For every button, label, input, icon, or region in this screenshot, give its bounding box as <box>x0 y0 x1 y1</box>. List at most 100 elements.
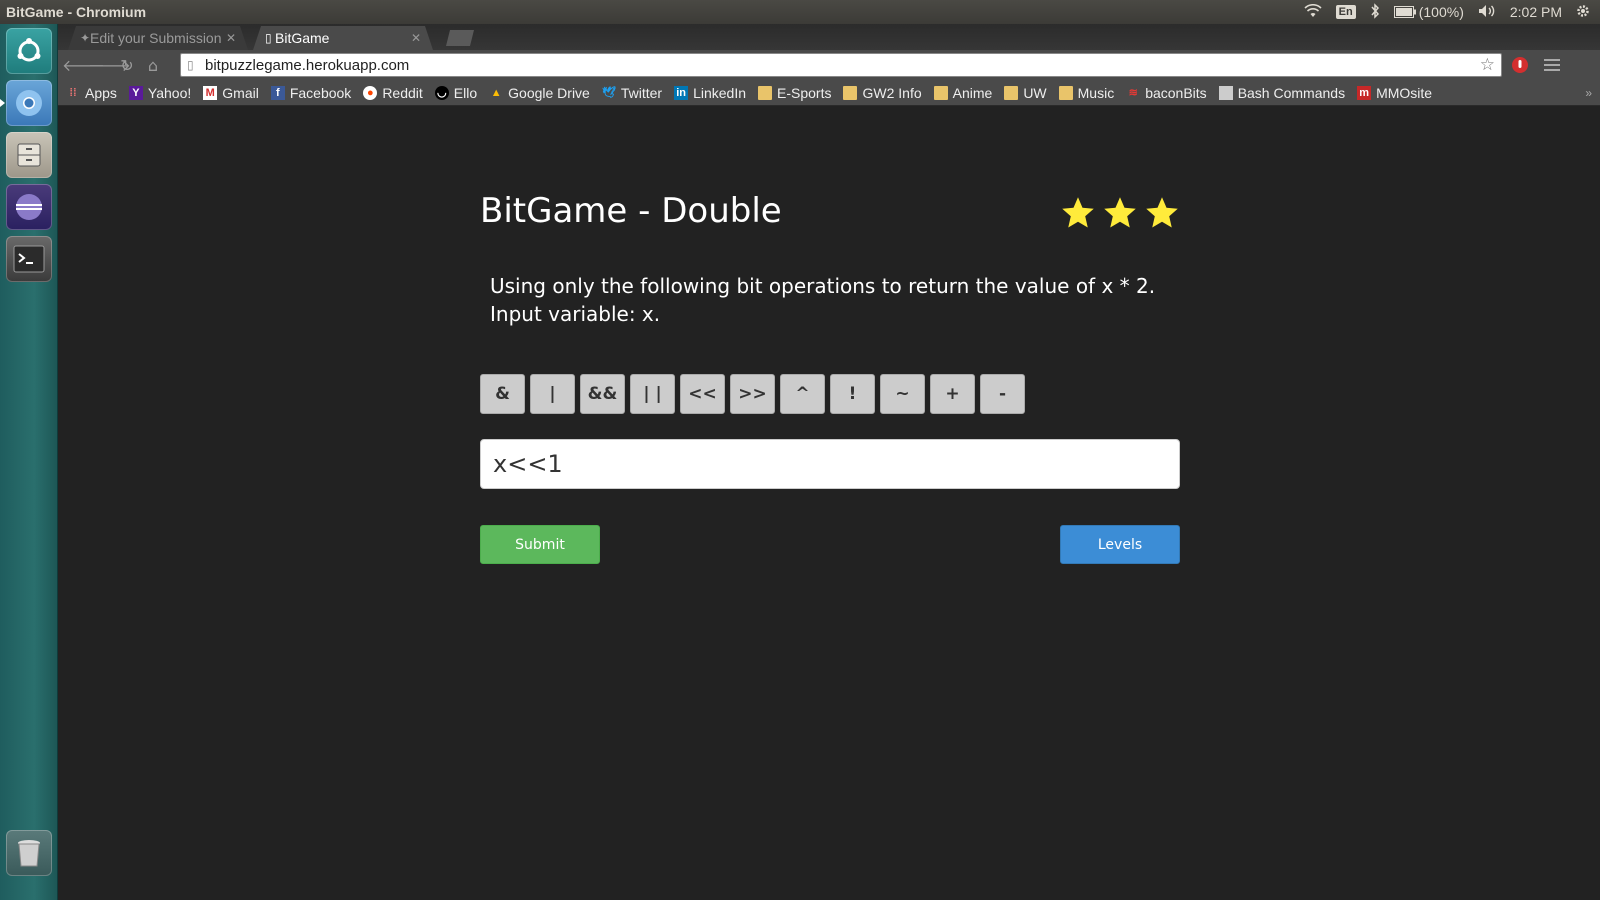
close-icon[interactable]: ✕ <box>226 31 236 45</box>
bookmark-linkedin[interactable]: in LinkedIn <box>674 85 746 101</box>
terminal-icon <box>13 245 45 273</box>
bookmark-label: Facebook <box>289 84 352 101</box>
volume-icon[interactable] <box>1478 4 1496 21</box>
google-drive-icon: ▲ <box>490 86 502 99</box>
page-icon <box>1218 85 1233 100</box>
launcher-chromium[interactable] <box>0 80 52 126</box>
bookmark-label: Bash Commands <box>1237 84 1346 101</box>
bookmark-mmosite[interactable]: m MMOsite <box>1357 85 1432 101</box>
star-icon <box>1104 197 1136 228</box>
bookmark-label: baconBits <box>1145 84 1207 101</box>
operator-bitwise-not-button[interactable]: ~ <box>880 374 925 414</box>
mmosite-icon: m <box>1357 85 1372 100</box>
operator-plus-button[interactable]: + <box>930 374 975 414</box>
menu-icon[interactable] <box>1542 55 1562 75</box>
ello-icon: ◡ <box>434 85 449 100</box>
close-icon[interactable]: ✕ <box>411 31 421 45</box>
new-tab-button[interactable] <box>446 30 474 46</box>
operator-shift-left-button[interactable]: << <box>680 374 725 414</box>
tab-bitgame[interactable]: ▯ BitGame ✕ <box>253 26 433 50</box>
bookmark-baconbits[interactable]: ≋ baconBits <box>1126 84 1207 101</box>
bookmark-label: UW <box>1023 84 1047 101</box>
bookmark-folder-gw2[interactable]: GW2 Info <box>843 84 922 101</box>
browser-tab-strip: ✦ Edit your Submission ✕ ▯ BitGame ✕ <box>58 24 1600 50</box>
bookmark-label: E-Sports <box>777 84 832 101</box>
file-cabinet-icon <box>17 143 41 167</box>
puzzle-favicon-icon: ✦ <box>80 31 91 45</box>
launcher-trash[interactable] <box>6 830 52 876</box>
reload-icon[interactable]: ↻ <box>114 56 140 75</box>
facebook-icon: f <box>270 85 285 100</box>
bookmark-label: Reddit <box>382 84 423 101</box>
operator-xor-button[interactable]: ^ <box>780 374 825 414</box>
bookmark-folder-uw[interactable]: UW <box>1004 84 1047 101</box>
bookmarks-bar: ⁞⁞ Apps Y Yahoo! M Gmail f Facebook ● Reddit … <box>58 80 1600 106</box>
operator-logical-and-button[interactable]: && <box>580 374 625 414</box>
page-viewport: BitGame - Double Using only the followin… <box>58 107 1600 900</box>
bookmark-folder-anime[interactable]: Anime <box>933 84 993 101</box>
page-title: BitGame - Double <box>480 191 782 231</box>
bookmark-label: Anime <box>952 84 993 101</box>
bookmark-reddit[interactable]: ● Reddit <box>363 84 423 101</box>
launcher-terminal[interactable] <box>6 236 52 282</box>
bookmark-bash-commands[interactable]: Bash Commands <box>1218 84 1346 101</box>
page-favicon-icon: ▯ <box>265 31 272 45</box>
operator-not-button[interactable]: ! <box>830 374 875 414</box>
folder-icon <box>933 85 948 100</box>
operator-shift-right-button[interactable]: >> <box>730 374 775 414</box>
operator-minus-button[interactable]: - <box>980 374 1025 414</box>
folder-icon <box>1004 85 1019 100</box>
folder-icon <box>1058 85 1073 100</box>
bookmark-label: Yahoo! <box>147 84 192 101</box>
reddit-icon: ● <box>363 85 378 100</box>
operator-buttons: & | && | | << >> ^ ! ~ + - <box>480 374 1025 414</box>
bookmark-twitter[interactable]: 🕊 Twitter <box>602 85 662 101</box>
puzzle-description: Using only the following bit operations … <box>490 274 1156 326</box>
bookmark-yahoo[interactable]: Y Yahoo! <box>128 84 192 101</box>
operator-logical-or-button[interactable]: | | <box>630 374 675 414</box>
folder-icon <box>843 85 858 100</box>
forward-icon[interactable]: 🡒 <box>88 55 131 75</box>
baconbits-icon: ≋ <box>1128 87 1138 99</box>
twitter-icon: 🕊 <box>601 87 616 99</box>
bookmark-ello[interactable]: ◡ Ello <box>434 85 477 101</box>
battery-indicator[interactable]: (100%) <box>1393 4 1464 20</box>
address-bar[interactable]: ▯ bitpuzzlegame.herokuapp.com ☆ <box>180 53 1502 77</box>
tab-edit-submission[interactable]: ✦ Edit your Submission ✕ <box>68 26 248 50</box>
star-icon <box>1146 197 1178 228</box>
operator-or-button[interactable]: | <box>530 374 575 414</box>
battery-percent: (100%) <box>1418 4 1464 20</box>
trash-icon <box>18 840 40 867</box>
bookmark-google-drive[interactable]: ▲ Google Drive <box>489 85 590 101</box>
levels-button[interactable]: Levels <box>1060 525 1180 564</box>
chevron-right-icon[interactable]: » <box>1585 86 1592 100</box>
gear-icon[interactable] <box>1576 4 1590 21</box>
expression-input[interactable] <box>480 439 1180 489</box>
bookmark-label: Apps <box>85 84 117 101</box>
bookmark-label: MMOsite <box>1376 84 1433 101</box>
bluetooth-icon[interactable] <box>1370 2 1380 22</box>
keyboard-language-indicator[interactable]: En <box>1335 5 1356 19</box>
eclipse-icon <box>16 194 42 220</box>
battery-icon <box>1393 6 1416 18</box>
bookmark-folder-music[interactable]: Music <box>1058 85 1114 101</box>
adblock-icon[interactable] <box>1510 55 1530 75</box>
system-top-panel: BitGame - Chromium En (100%) 2:02 PM <box>0 0 1600 24</box>
bookmark-folder-esports[interactable]: E-Sports <box>758 85 831 101</box>
bookmark-apps[interactable]: ⁞⁞ Apps <box>66 85 117 101</box>
clock[interactable]: 2:02 PM <box>1510 4 1562 20</box>
back-icon[interactable]: 🡐 <box>62 55 105 75</box>
bookmark-star-icon[interactable]: ☆ <box>1480 55 1495 75</box>
bookmark-facebook[interactable]: f Facebook <box>270 84 352 101</box>
wifi-icon[interactable] <box>1304 3 1322 21</box>
ubuntu-logo-icon <box>17 38 41 62</box>
home-icon[interactable]: ⌂ <box>140 56 166 75</box>
bookmark-gmail[interactable]: M Gmail <box>203 85 259 101</box>
dash-home-button[interactable] <box>6 28 52 74</box>
bookmark-label: GW2 Info <box>862 84 922 101</box>
tab-label: Edit your Submission <box>90 30 222 46</box>
operator-and-button[interactable]: & <box>480 374 525 414</box>
submit-button[interactable]: Submit <box>480 525 600 564</box>
launcher-files[interactable] <box>6 132 52 178</box>
launcher-eclipse[interactable] <box>6 184 52 230</box>
